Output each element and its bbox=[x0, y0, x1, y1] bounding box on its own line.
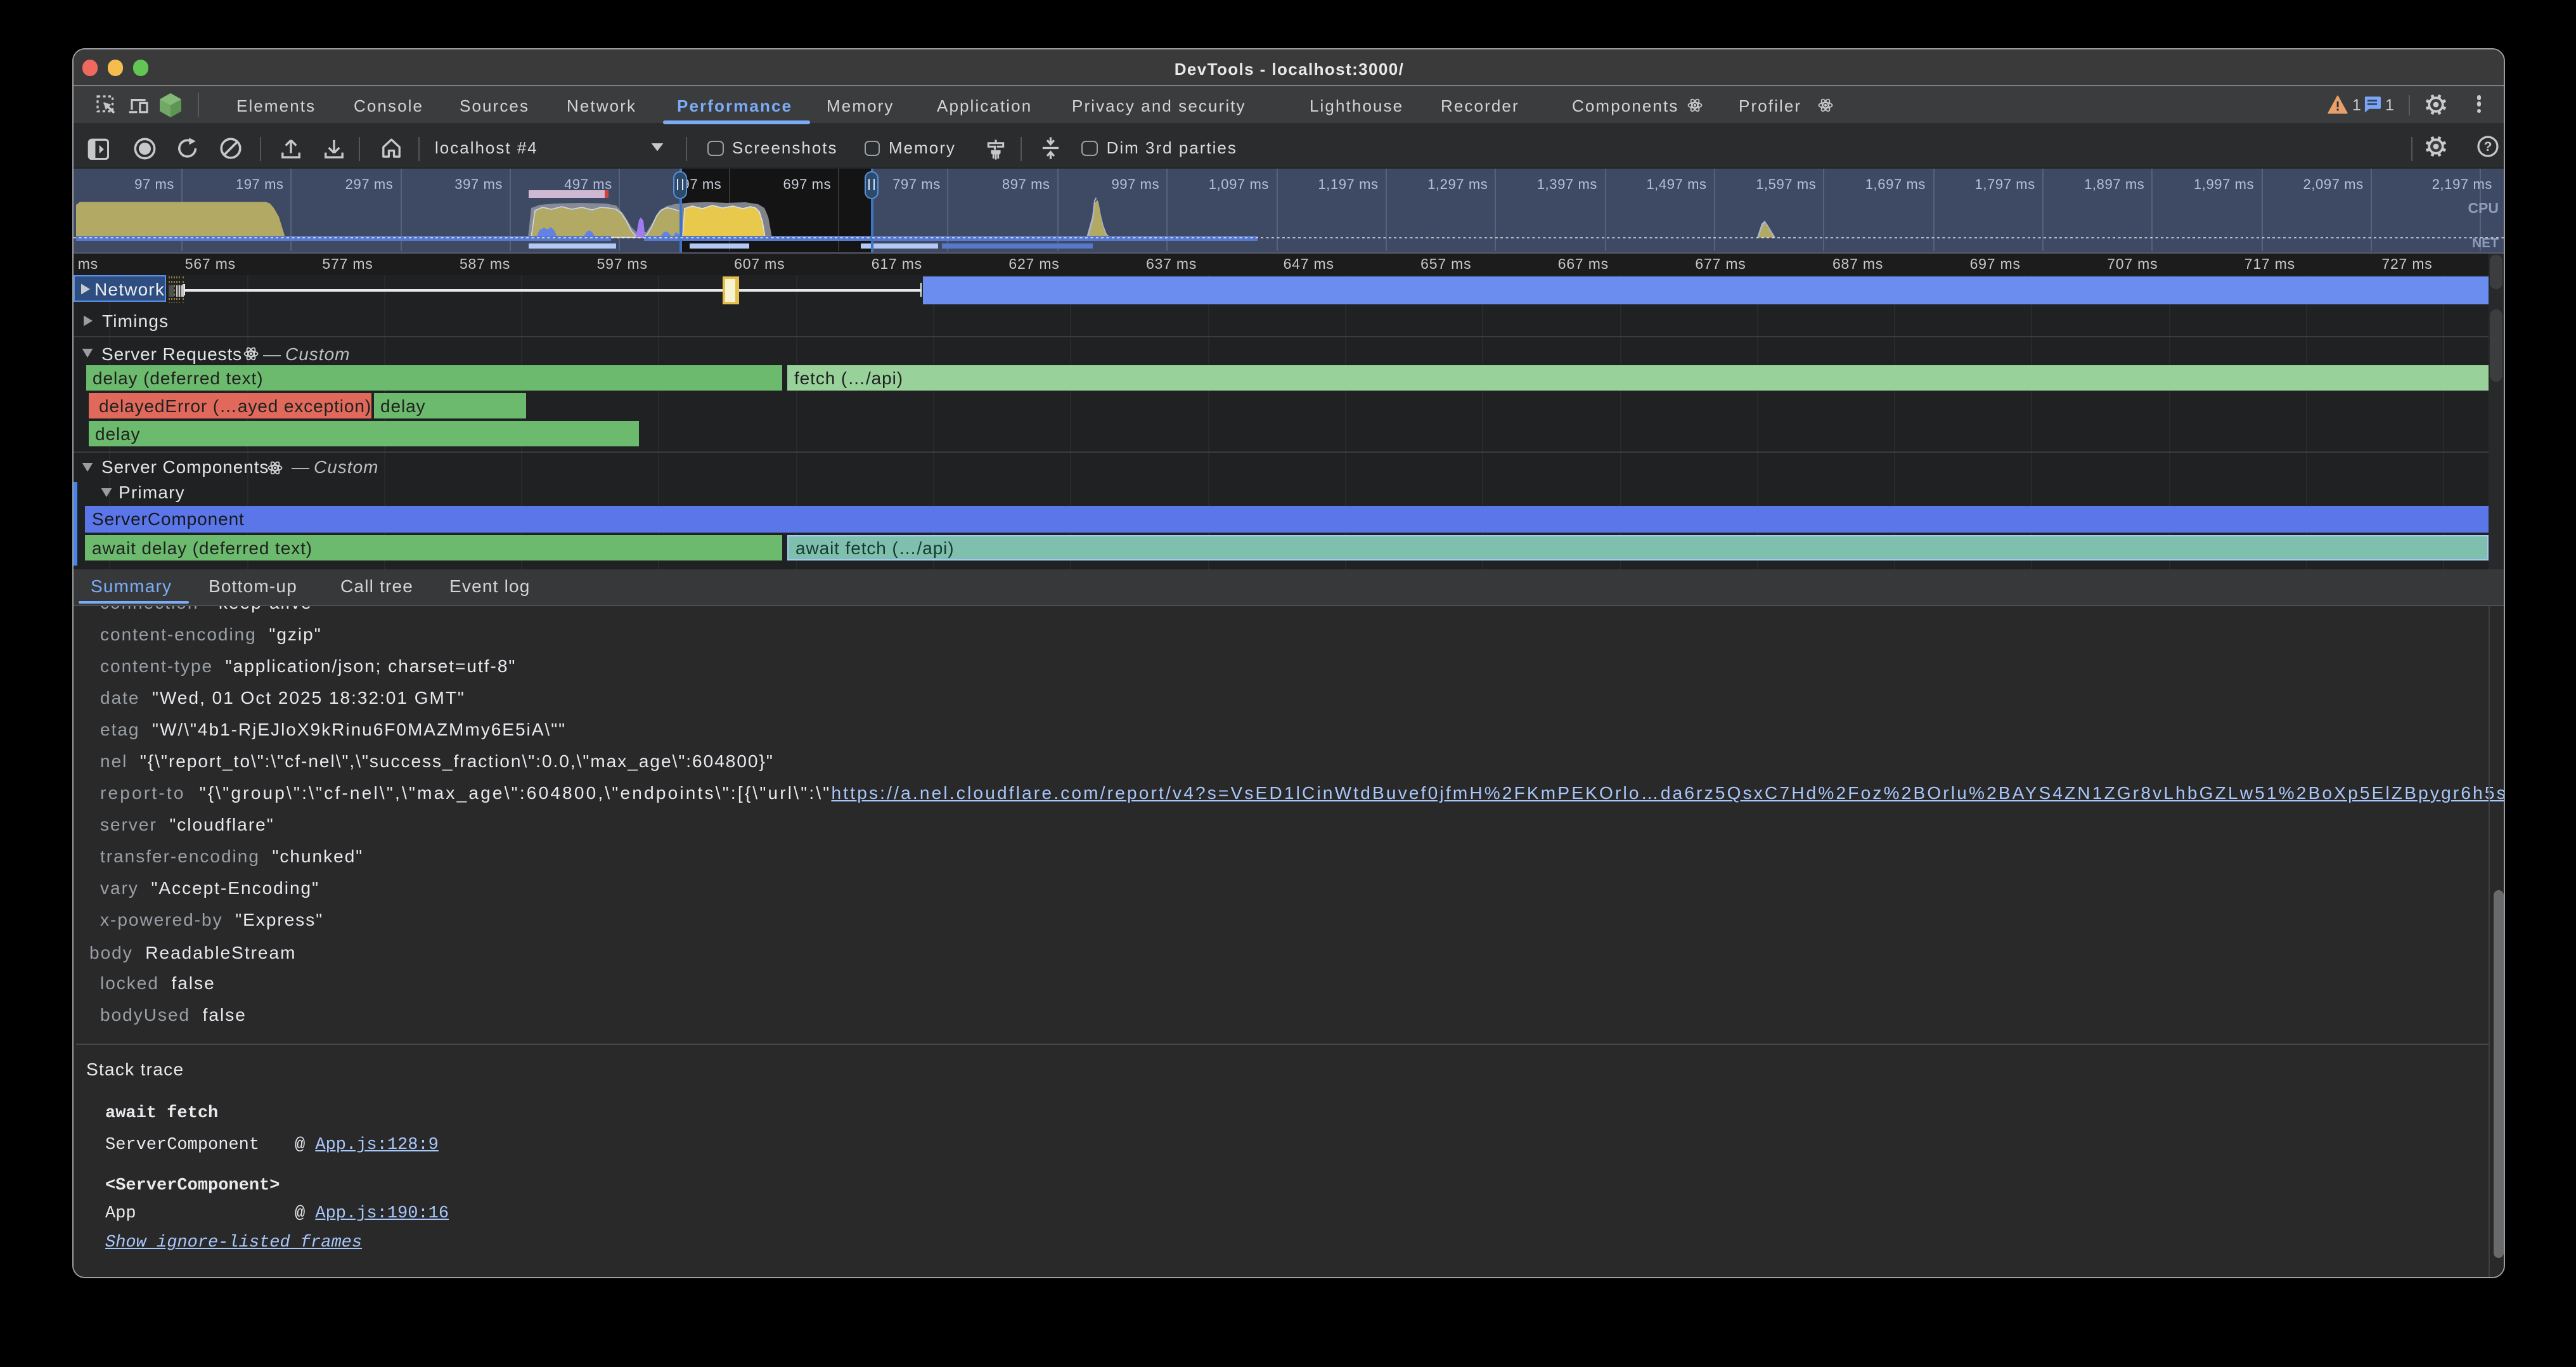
svg-text:?: ? bbox=[2484, 139, 2492, 154]
